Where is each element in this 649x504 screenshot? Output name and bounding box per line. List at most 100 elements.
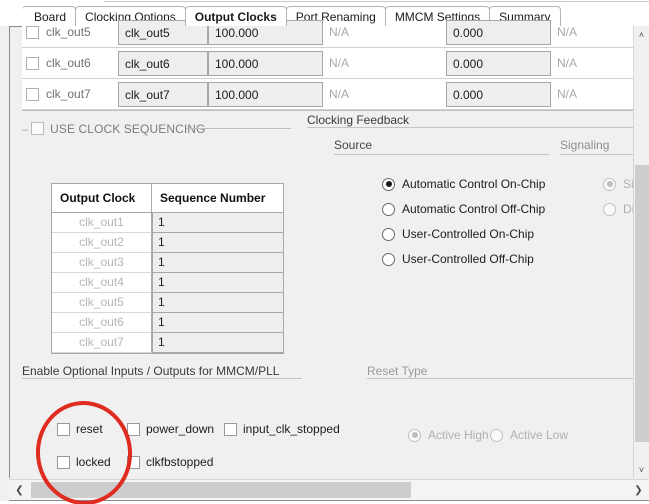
checkbox-box[interactable] (57, 422, 70, 436)
seq-number-field[interactable]: 1 (152, 293, 283, 313)
seq-clock-name: clk_out3 (52, 253, 152, 273)
radio-automatic-control-off-chip[interactable]: Automatic Control Off-Chip (382, 202, 545, 216)
cell-port-name[interactable]: clk_out6 (118, 51, 208, 76)
radio-automatic-control-on-chip[interactable]: Automatic Control On-Chip (382, 177, 545, 191)
table-row[interactable]: clk_out6 clk_out6 100.000 N/A 0.000 N/A (22, 48, 634, 79)
checkbox-box[interactable] (224, 422, 237, 436)
seq-number-field[interactable]: 1 (152, 253, 283, 273)
horizontal-scrollbar[interactable]: ❮ ❯ (9, 479, 649, 500)
table-row[interactable]: clk_out5 clk_out5 100.000 N/A 0.000 N/A (22, 20, 634, 48)
main-panel: clk_out5 clk_out5 100.000 N/A 0.000 N/A … (0, 20, 649, 504)
checkbox-locked[interactable]: locked (57, 455, 111, 469)
use-clock-sequencing-label: USE CLOCK SEQUENCING (50, 121, 206, 136)
horizontal-scrollbar-thumb[interactable] (31, 482, 411, 498)
checkbox-power-down[interactable]: power_down (127, 422, 214, 436)
list-item: clk_out6 1 (52, 313, 283, 333)
radio-user-controlled-on-chip[interactable]: User-Controlled On-Chip (382, 227, 534, 241)
radio-label: User-Controlled On-Chip (402, 227, 535, 241)
source-rule (334, 154, 549, 155)
cell-actual-phase: N/A (557, 87, 578, 101)
seq-clock-name: clk_out4 (52, 273, 152, 293)
radio-button[interactable] (382, 177, 395, 191)
scroll-up-icon[interactable]: ˄ (634, 26, 649, 43)
seq-clock-name: clk_out2 (52, 233, 152, 253)
checkbox-reset[interactable]: reset (57, 422, 103, 436)
seq-clock-name: clk_out5 (52, 293, 152, 313)
cell-port-name[interactable]: clk_out7 (118, 82, 208, 107)
radio-active-low[interactable]: Active Low (490, 428, 568, 442)
list-item: clk_out2 1 (52, 233, 283, 253)
checkbox-label: clkfbstopped (146, 455, 214, 469)
seq-number-field[interactable]: 1 (152, 273, 283, 293)
seq-clock-name: clk_out1 (52, 213, 152, 233)
use-clock-sequencing-checkbox[interactable] (31, 122, 45, 135)
radio-active-high[interactable]: Active High (408, 428, 489, 442)
optional-io-title: Enable Optional Inputs / Outputs for MMC… (22, 364, 285, 378)
cell-phase[interactable]: 0.000 (446, 51, 551, 76)
seq-number-field[interactable]: 1 (152, 333, 283, 353)
list-item: clk_out3 1 (52, 253, 283, 273)
reset-type-title: Reset Type (367, 364, 433, 378)
header-output-clock: Output Clock (52, 184, 152, 212)
checkbox-input-clk-stopped[interactable]: input_clk_stopped (224, 422, 340, 436)
checkbox-box[interactable] (57, 455, 70, 469)
cell-actual-phase: N/A (557, 56, 578, 70)
checkbox-label: input_clk_stopped (243, 422, 340, 436)
list-item: clk_out7 1 (52, 333, 283, 353)
output-clocks-page: Board Clocking Options Output Clocks Por… (0, 0, 649, 504)
output-clock-table: clk_out5 clk_out5 100.000 N/A 0.000 N/A … (22, 20, 634, 110)
vertical-scrollbar[interactable]: ˄ ˅ (633, 26, 649, 478)
cell-clock-name: clk_out7 (46, 87, 91, 101)
cell-frequency[interactable]: 100.000 (208, 51, 323, 76)
sequencing-group-rule (186, 128, 291, 129)
cell-actual-frequency: N/A (329, 25, 350, 39)
radio-label: Automatic Control Off-Chip (402, 202, 546, 216)
scroll-left-icon[interactable]: ❮ (11, 481, 28, 499)
cell-clock-name: clk_out6 (46, 56, 91, 70)
table-bottom-divider (22, 110, 634, 111)
radio-user-controlled-off-chip[interactable]: User-Controlled Off-Chip (382, 252, 534, 266)
signaling-subtitle: Signaling (560, 138, 614, 152)
seq-number-field[interactable]: 1 (152, 233, 283, 253)
radio-button[interactable] (382, 202, 395, 216)
cell-clock-name: clk_out5 (46, 25, 91, 39)
checkbox-clkfbstopped[interactable]: clkfbstopped (127, 455, 213, 469)
list-item: clk_out4 1 (52, 273, 283, 293)
tabstrip-top-divider (104, 1, 649, 2)
table-row[interactable]: clk_out7 clk_out7 100.000 N/A 0.000 N/A (22, 79, 634, 110)
tab-output-clocks[interactable]: Output Clocks (184, 6, 287, 26)
radio-button[interactable] (382, 227, 395, 241)
cell-frequency[interactable]: 100.000 (208, 82, 323, 107)
cell-actual-phase: N/A (557, 25, 578, 39)
scroll-down-icon[interactable]: ˅ (634, 461, 649, 478)
signaling-rule (560, 154, 633, 155)
seq-number-field[interactable]: 1 (152, 313, 283, 333)
cell-actual-frequency: N/A (329, 87, 350, 101)
reset-type-rule (367, 378, 636, 379)
use-clock-sequencing-row[interactable]: – USE CLOCK SEQUENCING (22, 121, 206, 137)
seq-number-field[interactable]: 1 (152, 213, 283, 233)
radio-button[interactable] (603, 177, 616, 191)
vertical-scrollbar-thumb[interactable] (635, 165, 649, 442)
radio-button[interactable] (603, 202, 616, 216)
optional-io-rule (22, 378, 302, 379)
radio-button[interactable] (490, 428, 503, 442)
list-item: clk_out1 1 (52, 213, 283, 233)
radio-label: Automatic Control On-Chip (402, 177, 546, 191)
collapse-dash-icon: – (22, 124, 29, 136)
radio-label: User-Controlled Off-Chip (402, 252, 534, 266)
source-subtitle: Source (334, 138, 377, 152)
radio-label: Active High (428, 428, 489, 442)
checkbox-box[interactable] (127, 422, 140, 436)
tab-label: Output Clocks (194, 10, 277, 24)
radio-button[interactable] (382, 252, 395, 266)
cell-phase[interactable]: 0.000 (446, 20, 551, 45)
cell-phase[interactable]: 0.000 (446, 82, 551, 107)
checkbox-box[interactable] (127, 455, 140, 469)
clocking-feedback-title: Clocking Feedback (307, 113, 415, 127)
radio-button[interactable] (408, 428, 421, 442)
scroll-right-icon[interactable]: ❯ (630, 481, 647, 499)
sequence-number-table: Output Clock Sequence Number clk_out1 1 … (51, 183, 284, 354)
checkbox-label: locked (76, 455, 111, 469)
header-sequence-number: Sequence Number (160, 191, 266, 205)
